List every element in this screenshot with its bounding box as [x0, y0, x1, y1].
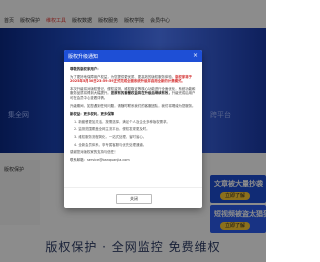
modal-body: 尊敬的版权家用户： 为了更好地保障用户权益，为您提供更优质、更高效的版权服务体验…	[64, 62, 202, 189]
p2-bold: 您原有的套餐权益将在升级后继续有效，	[110, 91, 172, 96]
modal-title: 版权升级通知	[68, 53, 99, 60]
modal-thanks: 感谢您对版权家的支持与信任！	[70, 150, 118, 155]
modal-paragraph-1: 为了更好地保障用户权益，为您提供更优质、更高效的版权服务体验，版权家将于2025…	[70, 75, 196, 84]
p1-text: 为了更好地保障用户权益，为您提供更优质、更高效的版权服务体验，	[70, 74, 176, 79]
modal-contact: 联系邮箱：service@banquanjia.com	[70, 157, 130, 162]
modal-section-title: 新权益：更多权利，更多保障	[70, 112, 115, 117]
benefit-item: 2. 监测范围覆盖全网主流平台，侵权发现更及时。	[74, 127, 150, 132]
modal-paragraph-3: 升级期间，如您遇到任何问题，请随时联系我们的客服团队，我们将竭诚为您服务。	[70, 103, 196, 108]
modal-greeting: 尊敬的版权家用户：	[70, 67, 101, 71]
benefit-item: 4. 全新会员体系，享专属客服与优先处理通道。	[74, 142, 147, 147]
upgrade-notice-modal: 版权升级通知 × 尊敬的版权家用户： 为了更好地保障用户权益，为您提供更优质、更…	[64, 50, 202, 208]
benefit-item: 1. 新套餐更加灵活，按需选择，满足个人及企业多种版权需求。	[74, 119, 170, 124]
modal-paragraph-2: 本次升级将对版权登记、侵权监测、维权取证等核心功能进行全面优化，系统功能和服务品…	[70, 87, 196, 101]
modal-footer: 关闭	[64, 187, 202, 208]
close-icon[interactable]: ×	[193, 53, 198, 59]
close-button[interactable]: 关闭	[116, 194, 152, 204]
modal-header: 版权升级通知 ×	[64, 50, 202, 62]
benefit-item: 3. 维权服务流程简化，一站式处理，省时省心。	[74, 134, 147, 139]
